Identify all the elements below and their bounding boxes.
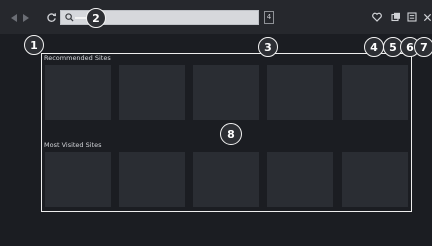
close-button[interactable] (421, 11, 432, 23)
forward-button[interactable] (21, 12, 31, 24)
most-visited-sites-row (45, 152, 410, 207)
recommended-site-tile[interactable] (342, 65, 408, 120)
refresh-icon (46, 12, 56, 22)
menu-button[interactable] (406, 11, 418, 23)
most-visited-site-tile[interactable] (45, 152, 111, 207)
callout-3: 3 (258, 37, 278, 57)
menu-icon (407, 12, 417, 22)
bookmark-button[interactable] (371, 11, 383, 23)
recommended-sites-title: Recommended Sites (44, 54, 111, 62)
recommended-sites-row (45, 65, 410, 120)
recommended-site-tile[interactable] (193, 65, 259, 120)
tabs-icon (391, 12, 400, 22)
callout-7: 7 (414, 37, 432, 57)
browser-screen: 4 Recommended Sites Most Visited Sites 1… (0, 0, 432, 246)
recommended-site-tile[interactable] (267, 65, 333, 120)
close-icon (423, 13, 431, 21)
most-visited-sites-title: Most Visited Sites (44, 141, 102, 149)
callout-2: 2 (86, 8, 106, 28)
forward-arrow-icon (23, 14, 29, 22)
back-button[interactable] (9, 12, 19, 24)
refresh-button[interactable] (44, 10, 58, 24)
browser-toolbar: 4 (0, 0, 432, 34)
bookmark-icon (372, 12, 382, 22)
back-arrow-icon (11, 14, 17, 22)
search-icon (65, 13, 74, 22)
most-visited-site-tile[interactable] (193, 152, 259, 207)
most-visited-site-tile[interactable] (119, 152, 185, 207)
callout-1: 1 (24, 35, 44, 55)
tab-count-button[interactable]: 4 (264, 11, 274, 24)
callout-4: 4 (364, 37, 384, 57)
recommended-site-tile[interactable] (45, 65, 111, 120)
tabs-button[interactable] (390, 11, 402, 23)
most-visited-site-tile[interactable] (342, 152, 408, 207)
most-visited-site-tile[interactable] (267, 152, 333, 207)
callout-8: 8 (220, 123, 242, 145)
recommended-site-tile[interactable] (119, 65, 185, 120)
